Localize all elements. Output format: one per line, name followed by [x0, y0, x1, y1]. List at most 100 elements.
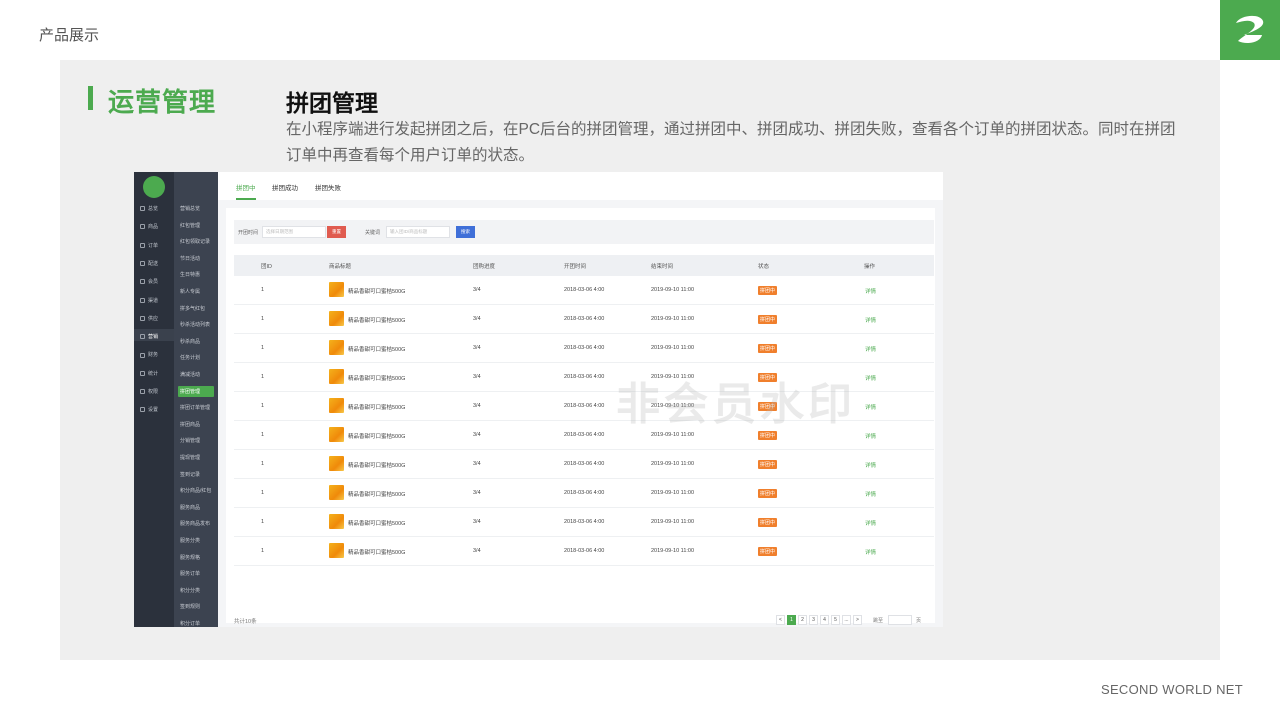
detail-link[interactable]: 详情 [865, 316, 876, 324]
order-icon [140, 242, 145, 248]
table-row: 1 精品香甜可口蜜桔500G 3/4 2018-03-06 4:00 2019-09-1… [234, 537, 934, 566]
cell-end-time: 2019-09-10 11:00 [651, 345, 695, 351]
detail-link[interactable]: 详情 [865, 548, 876, 556]
product-thumbnail [329, 485, 344, 500]
secondary-nav-item[interactable]: 服务分类 [180, 537, 200, 544]
product-thumbnail [329, 427, 344, 442]
goto-page-input[interactable] [888, 615, 912, 625]
cell-end-time: 2019-09-10 11:00 [651, 461, 695, 467]
page-button[interactable]: 2 [798, 615, 807, 625]
section-title: 运营管理 [108, 87, 217, 117]
prev-page-button[interactable]: < [776, 615, 785, 625]
settings-icon [140, 407, 145, 413]
secondary-nav-item[interactable]: 秒杀活动列表 [180, 321, 210, 328]
primary-nav-label: 订单 [148, 242, 159, 249]
cell-start-time: 2018-03-06 4:00 [564, 519, 605, 525]
detail-link[interactable]: 详情 [865, 461, 876, 469]
cell-group-id: 1 [261, 432, 265, 438]
status-badge: 拼团中 [758, 460, 778, 469]
footer-brand: SECOND WORLD NET [1100, 682, 1243, 697]
primary-nav-item[interactable]: 订单 [140, 242, 158, 249]
secondary-nav-item[interactable]: 红包管理 [180, 222, 200, 229]
secondary-nav-item[interactable]: 满减活动 [180, 371, 200, 378]
header-end-time: 结束时间 [651, 264, 674, 270]
primary-nav-item[interactable]: 权限 [140, 388, 158, 395]
table-row: 1 精品香甜可口蜜桔500G 3/4 2018-03-06 4:00 2019-09-1… [234, 305, 934, 334]
tab-in-progress[interactable]: 拼团中 [236, 182, 256, 192]
primary-nav-item[interactable]: 商品 [140, 223, 158, 230]
primary-nav-label: 配送 [148, 260, 159, 267]
secondary-nav-item[interactable]: 节日活动 [180, 255, 200, 262]
secondary-nav-item[interactable]: 营销总览 [180, 205, 200, 212]
reset-button[interactable]: 重置 [327, 226, 346, 238]
primary-nav-item[interactable]: 统计 [140, 370, 158, 377]
date-range-input[interactable]: 选择日期范围 [262, 226, 326, 238]
secondary-nav-item[interactable]: 服务商品发布 [180, 520, 210, 527]
watermark: 非会员水印 [616, 380, 856, 429]
page-button[interactable]: 1 [787, 615, 796, 625]
cell-end-time: 2019-09-10 11:00 [651, 490, 695, 496]
primary-nav-item[interactable]: 营销 [140, 333, 158, 340]
cell-start-time: 2018-03-06 4:00 [564, 345, 605, 351]
secondary-nav-item[interactable]: 拼团商品 [180, 421, 200, 428]
primary-nav-item[interactable]: 会员 [140, 278, 158, 285]
brand-logo [1220, 0, 1280, 60]
product-thumbnail [329, 369, 344, 384]
secondary-nav-item[interactable]: 服务订单 [180, 570, 200, 577]
primary-nav-item[interactable]: 财务 [140, 351, 158, 358]
detail-link[interactable]: 详情 [865, 519, 876, 527]
secondary-nav-item[interactable]: 服务商品 [180, 504, 200, 511]
tab-failed[interactable]: 拼团失败 [315, 182, 341, 192]
secondary-nav-item[interactable]: 积分商品/红包 [180, 487, 211, 494]
secondary-nav-item[interactable]: 积分订单 [180, 620, 200, 627]
detail-link[interactable]: 详情 [865, 374, 876, 382]
primary-sidebar: 总览商品订单配送会员渠道供应营销财务统计权限设置 [134, 172, 174, 627]
page-button[interactable]: 5 [831, 615, 840, 625]
table-header: 团ID 商品标题 团购进度 开团时间 结束时间 状态 操作 [234, 255, 934, 276]
search-button[interactable]: 搜索 [456, 226, 475, 238]
product-thumbnail [329, 543, 344, 558]
header-progress: 团购进度 [473, 264, 496, 270]
page-button[interactable]: 4 [820, 615, 829, 625]
feature-description: 在小程序端进行发起拼团之后，在PC后台的拼团管理，通过拼团中、拼团成功、拼团失败… [286, 121, 1176, 164]
secondary-nav-item[interactable]: 签到记录 [180, 471, 200, 478]
header-status: 状态 [758, 264, 770, 270]
secondary-nav-item[interactable]: 提现管理 [180, 454, 200, 461]
page-button[interactable]: 3 [809, 615, 818, 625]
primary-nav-item[interactable]: 供应 [140, 315, 158, 322]
tab-success[interactable]: 拼团成功 [272, 182, 298, 192]
secondary-nav-item[interactable]: 拼多气红包 [180, 305, 205, 312]
primary-nav-item[interactable]: 总览 [140, 205, 158, 212]
secondary-nav-item[interactable]: 红包领取记录 [180, 238, 210, 245]
secondary-nav-item[interactable]: 拼团订单管理 [180, 404, 210, 411]
primary-nav-label: 营销 [148, 334, 159, 341]
secondary-nav-item[interactable]: 拼团管理 [178, 385, 214, 397]
primary-nav-item[interactable]: 设置 [140, 406, 158, 413]
detail-link[interactable]: 详情 [865, 490, 876, 498]
secondary-nav-item[interactable]: 生日特惠 [180, 271, 200, 278]
detail-link[interactable]: 详情 [865, 287, 876, 295]
detail-link[interactable]: 详情 [865, 403, 876, 411]
detail-link[interactable]: 详情 [865, 345, 876, 353]
status-badge: 拼团中 [758, 286, 778, 295]
secondary-nav-item[interactable]: 签到规则 [180, 603, 200, 610]
secondary-nav-item[interactable]: 分销管理 [180, 437, 200, 444]
secondary-nav-item[interactable]: 新人专属 [180, 288, 200, 295]
page-ellipsis[interactable]: ... [842, 615, 851, 625]
cell-start-time: 2018-03-06 4:00 [564, 548, 605, 554]
primary-nav-item[interactable]: 配送 [140, 260, 158, 267]
next-page-button[interactable]: > [853, 615, 862, 625]
secondary-nav-item[interactable]: 任务计划 [180, 354, 200, 361]
detail-link[interactable]: 详情 [865, 432, 876, 440]
primary-nav-item[interactable]: 渠道 [140, 297, 158, 304]
cell-group-id: 1 [261, 519, 265, 525]
secondary-nav-item[interactable]: 积分分类 [180, 587, 200, 594]
status-badge: 拼团中 [758, 547, 778, 556]
keyword-input[interactable]: 输入团ID/商品标题 [386, 226, 450, 238]
main-area: 拼团中 拼团成功 拼团失败 开团时间 选择日期范围 重置 关键词 输入团ID/商… [218, 172, 943, 627]
secondary-nav-item[interactable]: 秒杀商品 [180, 338, 200, 345]
cell-group-id: 1 [261, 403, 265, 409]
delivery-icon [140, 261, 145, 267]
secondary-nav-item[interactable]: 服务规格 [180, 554, 200, 561]
header-start-time: 开团时间 [564, 264, 587, 270]
